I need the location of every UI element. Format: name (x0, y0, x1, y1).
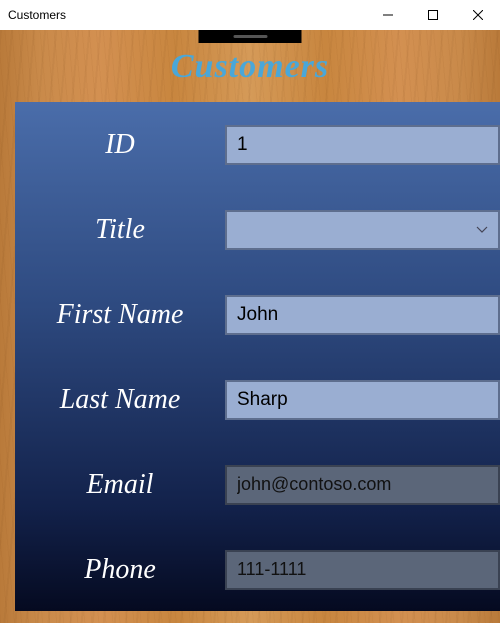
close-button[interactable] (455, 0, 500, 30)
customers-form: ID Title First Name Last (15, 102, 500, 611)
window-titlebar: Customers (0, 0, 500, 30)
minimize-icon (383, 10, 393, 20)
label-id: ID (15, 129, 225, 161)
row-email: Email (15, 442, 500, 527)
label-last-name: Last Name (15, 384, 225, 416)
maximize-icon (428, 10, 438, 20)
label-phone: Phone (15, 554, 225, 586)
label-title: Title (15, 214, 225, 246)
title-select[interactable] (225, 210, 500, 250)
close-icon (473, 10, 483, 20)
minimize-button[interactable] (365, 0, 410, 30)
first-name-field[interactable] (225, 295, 500, 335)
window-title: Customers (0, 8, 66, 22)
label-email: Email (15, 469, 225, 501)
last-name-field[interactable] (225, 380, 500, 420)
row-title: Title (15, 187, 500, 272)
label-first-name: First Name (15, 299, 225, 331)
row-last-name: Last Name (15, 357, 500, 442)
row-phone: Phone (15, 527, 500, 612)
id-field[interactable] (225, 125, 500, 165)
window-controls (365, 0, 500, 30)
phone-field[interactable] (225, 550, 500, 590)
row-first-name: First Name (15, 272, 500, 357)
client-area: Customers ID Title First Name (0, 30, 500, 623)
row-id: ID (15, 102, 500, 187)
email-field[interactable] (225, 465, 500, 505)
chevron-down-icon (476, 221, 488, 239)
maximize-button[interactable] (410, 0, 455, 30)
top-handle[interactable] (199, 30, 302, 43)
drag-handle-icon (233, 35, 267, 38)
